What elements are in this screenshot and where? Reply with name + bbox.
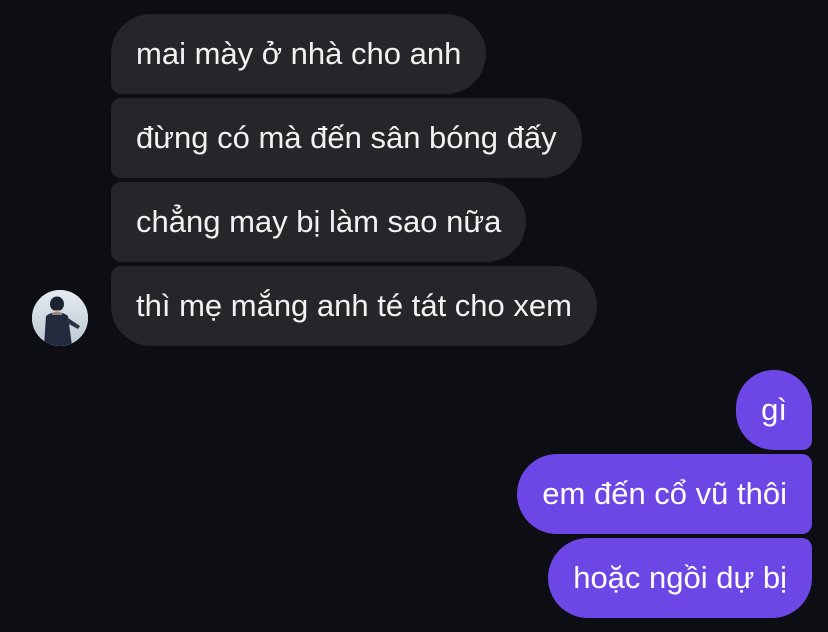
incoming-message-bubble[interactable]: đừng có mà đến sân bóng đấy <box>111 98 582 178</box>
incoming-message-bubble[interactable]: chẳng may bị làm sao nữa <box>111 182 527 262</box>
outgoing-message-bubble[interactable]: hoặc ngồi dự bị <box>548 538 812 618</box>
avatar-photo-icon <box>32 290 88 346</box>
chat-thread: { "incoming_messages": [ {"text": "mai m… <box>0 0 828 632</box>
incoming-message-bubble[interactable]: thì mẹ mắng anh té tát cho xem <box>111 266 597 346</box>
incoming-message-bubble[interactable]: mai mày ở nhà cho anh <box>111 14 487 94</box>
outgoing-message-bubble[interactable]: gì <box>736 370 812 450</box>
sender-avatar[interactable] <box>32 290 88 346</box>
outgoing-message-bubble[interactable]: em đến cổ vũ thôi <box>517 454 812 534</box>
